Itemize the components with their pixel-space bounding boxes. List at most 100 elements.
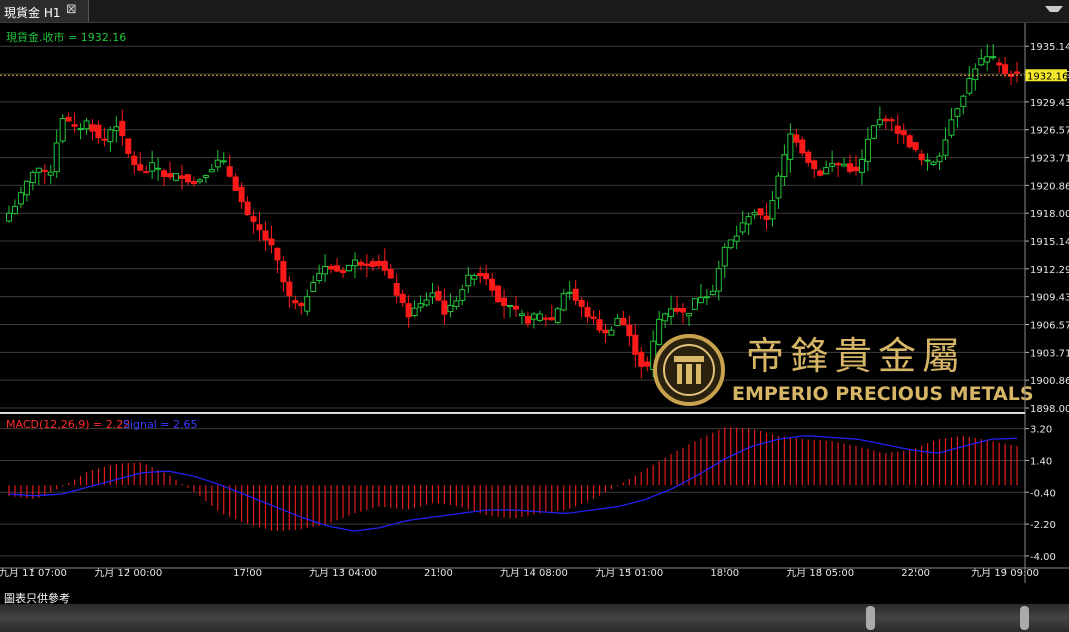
macd-tick-label: -4.00 [1030,552,1056,563]
candle-body [161,170,168,177]
candle-body [447,304,454,313]
candle-body [501,297,508,307]
candle-body [429,292,436,298]
candle-body [930,161,937,165]
candle-body [387,268,394,279]
candle-body [984,56,991,63]
candle-body [530,313,537,320]
candle-body [513,305,519,310]
candle-body [226,166,233,177]
logo-emblem [653,334,725,406]
candle-body [131,155,138,166]
candle-body [435,291,442,301]
candle-body [769,200,776,220]
candle-body [733,235,740,242]
candle-body [453,300,460,307]
scroll-handle-right[interactable] [1020,606,1029,630]
candle-body [715,268,722,292]
candle-body [584,307,591,318]
candle-body [167,173,174,178]
candle-body [232,176,239,191]
candle-body [912,142,919,150]
logo-english: EMPERIO PRECIOUS METALS [732,383,1034,405]
candle-body [471,274,478,280]
candle-body [805,151,812,163]
price-axis: 1935.141932.291929.431926.571923.711920.… [1025,42,1069,415]
candle-body [369,261,376,267]
candle-body [542,317,549,320]
candle-body [608,329,615,336]
candle-body [996,62,1003,66]
candle-body [709,290,716,295]
candle-body [149,162,156,172]
candle-body [518,313,525,317]
candle-body [757,208,764,216]
candle-body [256,224,263,231]
candle-body [691,298,698,310]
time-axis: 九月 11 07:00 九月 12 00:00 17:00 九月 13 04:00 21… [0,567,1039,579]
candle-body [852,166,859,172]
scroll-handle-left[interactable] [866,606,875,630]
candle-body [178,175,185,179]
candle-body [340,269,347,273]
candle-body [89,124,96,132]
candle-body [137,164,144,171]
candle-body [357,261,364,266]
candle-body [459,289,466,301]
candle-body [870,125,877,139]
candle-body [960,95,967,107]
candle-body [524,315,531,324]
candle-body [328,265,335,270]
candle-body [507,304,514,307]
candle-body [119,120,126,137]
candle-body [316,273,323,282]
time-tick-label: 九月 11 07:00 [0,567,67,579]
candle-body [650,340,657,370]
chevron-down-icon[interactable] [1045,6,1063,12]
candle-body [393,282,400,296]
time-tick-label: 九月 19 09:00 [971,567,1039,579]
close-icon[interactable]: ⊠ [66,2,77,17]
candle-body [841,163,848,167]
candle-body [590,316,597,320]
candle-body [184,174,191,183]
candle-body [685,312,692,317]
candle-body [274,247,281,261]
candle-body [775,175,782,199]
candle-body [894,125,901,134]
candle-body [668,308,675,317]
signal-title: Signal = 2.65 [123,418,198,431]
candle-body [465,274,472,287]
macd-axis: 3.20 1.40 -0.40 -2.20 -4.00 [1025,425,1056,563]
candle-body [864,138,871,162]
candle-body [954,108,961,117]
last-price-tag-text: 1932.16 [1027,71,1068,82]
time-tick-label: 九月 13 04:00 [309,567,377,579]
macd-title: MACD(12,26,9) = 2.22 [6,418,130,431]
candle-body [799,139,806,154]
candle-body [578,300,585,307]
candle-body [572,288,579,301]
candle-body [334,265,341,272]
chart-scrollbar[interactable] [0,604,1069,632]
candle-body [787,133,794,160]
candle-body [858,159,865,173]
candle-body [942,139,949,156]
price-tick-label: 1918.00 [1030,209,1069,220]
candle-body [173,173,180,181]
candle-body [888,119,895,122]
candle-body [554,308,561,323]
candle-body [763,215,770,220]
price-tick-label: 1898.00 [1030,404,1069,415]
price-tick-label: 1909.43 [1030,293,1069,304]
macd-histogram [8,427,1018,531]
candle-body [298,303,305,307]
candle-body [77,128,84,131]
time-tick-label: 18:00 [710,568,739,579]
chart-tab[interactable]: 現貨金 H1 ⊠ [0,0,89,22]
candle-body [483,273,490,280]
candle-body [697,297,704,304]
candle-body [83,120,90,130]
time-tick-label: 21:00 [424,568,453,579]
candle-body [751,212,758,216]
